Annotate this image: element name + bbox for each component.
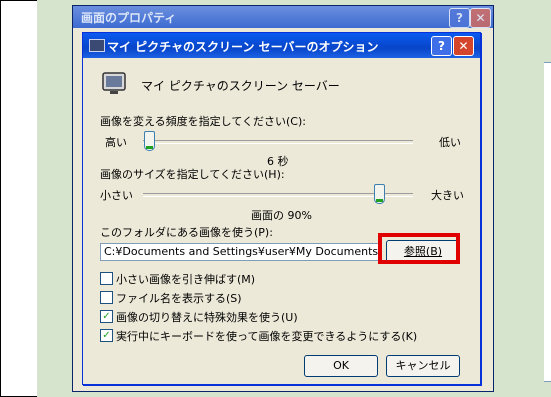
folder-path-field[interactable]: C:¥Documents and Settings¥user¥My Docume… — [100, 243, 379, 261]
frequency-min-label: 高い — [105, 136, 127, 149]
checkbox-label: 画像の切り替えに特殊効果を使う(U) — [116, 311, 298, 324]
help-icon[interactable]: ? — [431, 36, 452, 56]
checkbox-label: ファイル名を表示する(S) — [116, 292, 242, 305]
size-slider-track[interactable] — [143, 193, 413, 197]
close-icon[interactable]: ✕ — [453, 36, 474, 56]
size-min-label: 小さい — [100, 189, 133, 202]
window-icon — [89, 39, 105, 52]
frequency-label: 画像を変える頻度を指定してください(C): — [100, 115, 306, 128]
checkbox-label: 実行中にキーボードを使って画像を変更できるようにする(K) — [116, 330, 418, 343]
size-label: 画像のサイズを指定してください(H): — [100, 168, 285, 181]
checkbox-box[interactable] — [100, 272, 113, 285]
cancel-button[interactable]: キャンセル — [386, 355, 460, 377]
checkbox-box[interactable] — [100, 291, 113, 304]
display-properties-panel-edge — [544, 62, 551, 382]
screensaver-options-dialog: マイ ピクチャのスクリーン セーバーのオプション ? ✕ マイ ピクチャのスクリ… — [82, 32, 481, 385]
display-properties-titlebar: 画面のプロパティ ? ✕ — [73, 6, 493, 28]
size-slider-thumb[interactable] — [373, 184, 385, 204]
size-max-label: 大きい — [431, 189, 464, 202]
checkbox-box[interactable]: ✓ — [100, 329, 113, 342]
frequency-max-label: 低い — [439, 136, 461, 149]
checkbox-box[interactable]: ✓ — [100, 310, 113, 323]
monitor-icon — [102, 72, 126, 94]
frequency-slider-track[interactable] — [143, 140, 413, 144]
ok-button[interactable]: OK — [304, 355, 378, 377]
display-properties-title: 画面のプロパティ — [81, 11, 177, 25]
dialog-title: マイ ピクチャのスクリーン セーバーのオプション — [107, 40, 379, 54]
folder-label: このフォルダにある画像を使う(P): — [100, 226, 273, 239]
checkbox-label: 小さい画像を引き伸ばす(M) — [116, 273, 256, 286]
dialog-titlebar: マイ ピクチャのスクリーン セーバーのオプション ? ✕ — [83, 33, 480, 58]
screensaver-name: マイ ピクチャのスクリーン セーバー — [141, 79, 340, 93]
highlight-box — [378, 233, 460, 264]
help-icon[interactable]: ? — [449, 8, 470, 28]
close-icon[interactable]: ✕ — [470, 8, 491, 28]
size-value: 画面の 90% — [251, 209, 312, 222]
frequency-slider-thumb[interactable] — [144, 131, 156, 151]
